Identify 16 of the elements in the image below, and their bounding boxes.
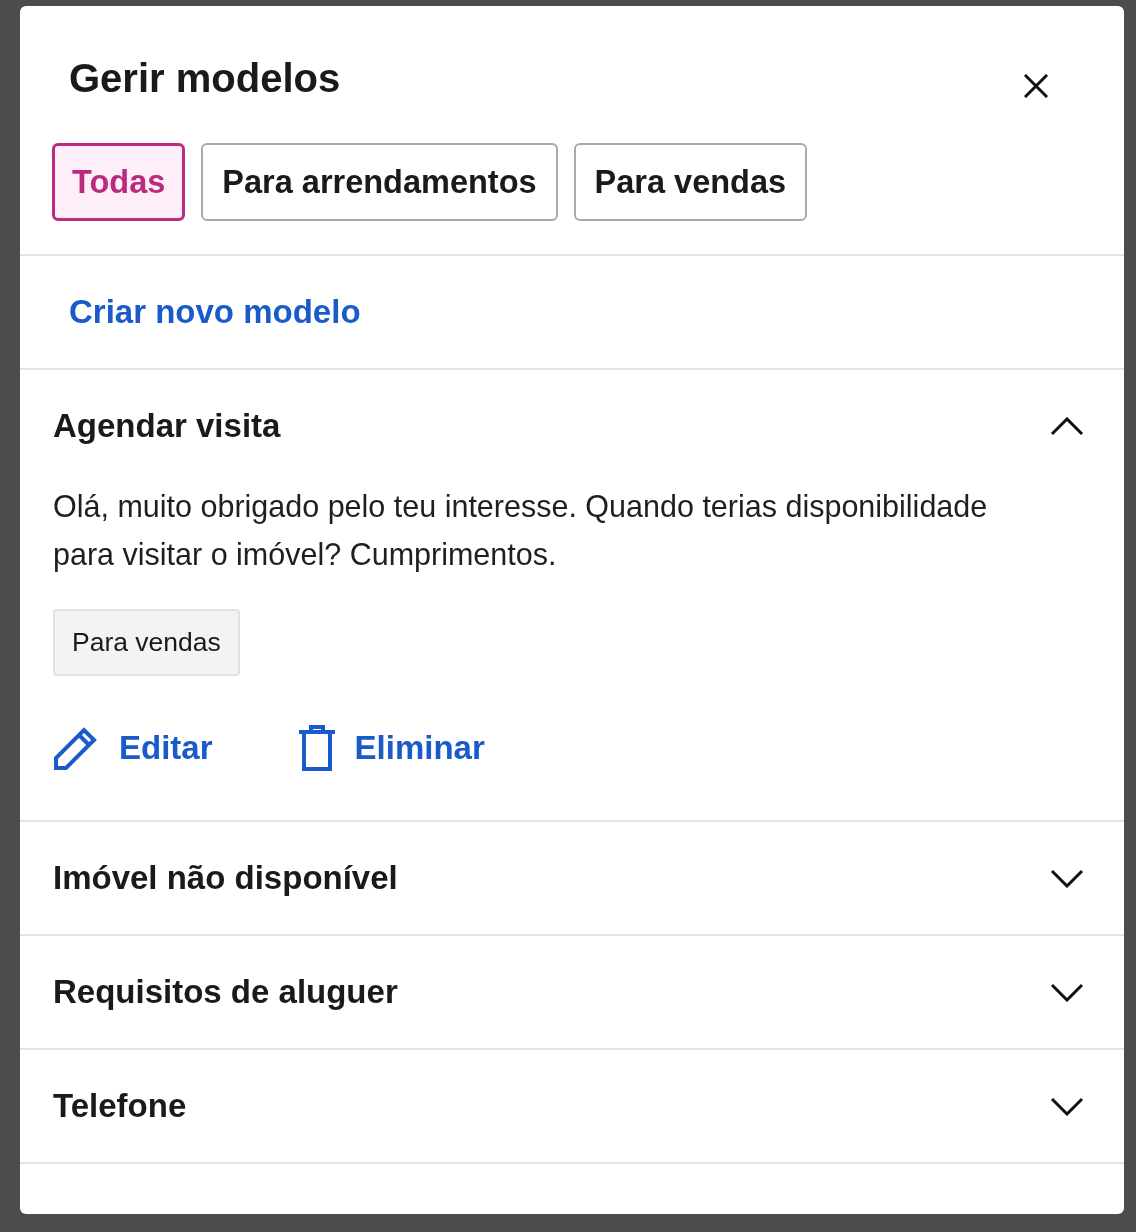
accordion-header[interactable]: Agendar visita [20,370,1124,482]
filter-tab[interactable]: Para arrendamentos [201,143,558,221]
filter-tab[interactable]: Para vendas [573,143,808,221]
filter-tab[interactable]: Todas [52,143,186,221]
template-message: Olá, muito obrigado pelo teu interesse. Quando terias disponibilidade para visitar o imóvel? Cumprimentos. [53,488,989,574]
delete-link[interactable]: Eliminar [298,725,485,771]
pencil-icon [53,725,99,771]
dialog-title: Gerir modelos [69,55,341,101]
accordion-header[interactable]: Requisitos de aluguer [20,936,1124,1048]
close-icon[interactable] [1024,74,1048,98]
accordion-header[interactable]: Imóvel não disponível [20,822,1124,934]
create-template-link[interactable]: Criar novo modelo [69,293,361,331]
edit-link[interactable]: Editar [53,725,213,771]
accordion-header[interactable]: Telefone [20,1050,1124,1162]
trash-icon [298,725,335,771]
category-tag: Para vendas [53,609,240,676]
